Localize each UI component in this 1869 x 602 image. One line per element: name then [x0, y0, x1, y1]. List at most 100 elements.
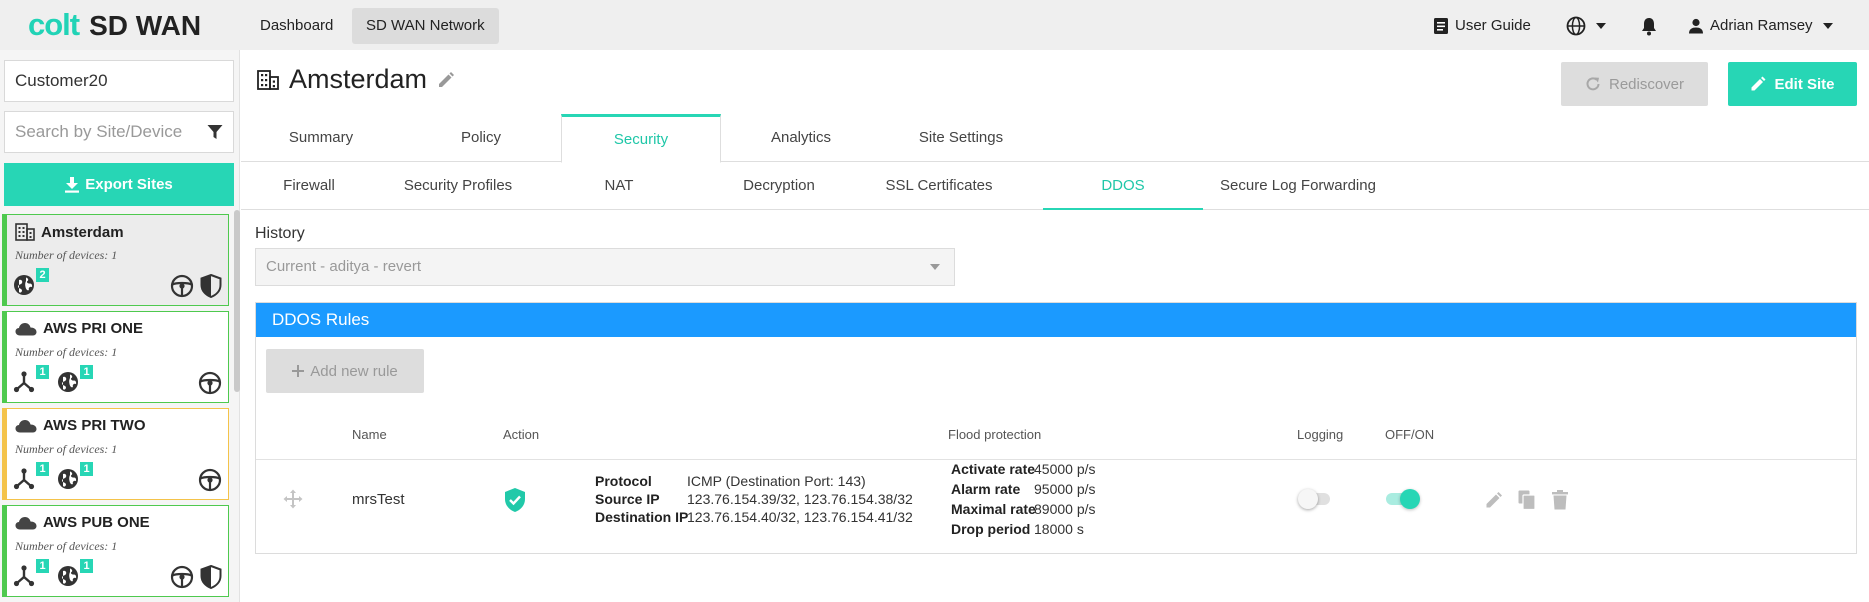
drag-handle-icon[interactable]: [283, 489, 303, 509]
chevron-down-icon: [1822, 23, 1833, 29]
shield-check-icon: [505, 488, 525, 512]
rediscover-button[interactable]: Rediscover: [1561, 62, 1708, 106]
chevron-down-icon: [1596, 23, 1606, 29]
shield-icon: [200, 565, 222, 589]
count-badge: 1: [36, 462, 49, 476]
steering-wheel-icon: [170, 274, 194, 298]
notifications-button[interactable]: [1640, 14, 1658, 38]
activate-rate-value: 45000 p/s: [1034, 461, 1096, 477]
site-name: AWS PRI TWO: [43, 417, 146, 434]
subtab-decryption[interactable]: Decryption: [699, 162, 859, 210]
subtab-secure-log-forwarding[interactable]: Secure Log Forwarding: [1203, 162, 1393, 210]
cloud-icon: [15, 322, 37, 335]
history-select[interactable]: Current - aditya - revert: [255, 248, 955, 286]
device-count: Number of devices: 1: [15, 345, 118, 359]
pencil-icon[interactable]: [437, 71, 455, 89]
plus-icon: [292, 365, 305, 377]
download-icon: [65, 176, 80, 193]
device-count: Number of devices: 1: [15, 442, 118, 456]
alarm-rate-value: 95000 p/s: [1034, 481, 1096, 497]
count-badge: 1: [80, 559, 93, 573]
network-hub-icon: [13, 565, 35, 587]
filter-icon[interactable]: [207, 124, 223, 140]
main-content: Amsterdam Rediscover Edit Site Summary P…: [241, 50, 1869, 602]
logo[interactable]: colt SD WAN: [28, 7, 201, 44]
drop-period-label: Drop period: [951, 521, 1031, 537]
page-title: Amsterdam: [257, 64, 455, 95]
edit-icon[interactable]: [1485, 491, 1503, 509]
subtab-firewall[interactable]: Firewall: [241, 162, 377, 210]
subtab-security-profiles[interactable]: Security Profiles: [377, 162, 539, 210]
main-tabs: Summary Policy Security Analytics Site S…: [241, 114, 1869, 163]
security-subtabs: Firewall Security Profiles NAT Decryptio…: [241, 162, 1869, 210]
top-bar: colt SD WAN Dashboard SD WAN Network User…: [0, 0, 1869, 50]
source-ip-label: Source IP: [595, 491, 660, 507]
bell-icon: [1642, 18, 1656, 36]
export-sites-button[interactable]: Export Sites: [4, 163, 234, 206]
refresh-icon: [1586, 77, 1600, 91]
sidebar: Customer20 Search by Site/Device Export …: [0, 50, 240, 602]
network-hub-icon: [13, 371, 35, 393]
tab-site-settings[interactable]: Site Settings: [881, 114, 1041, 162]
count-badge: 1: [36, 365, 49, 379]
globe-icon: [14, 275, 34, 295]
customer-field[interactable]: Customer20: [4, 60, 234, 102]
user-icon: [1689, 18, 1703, 34]
count-badge: 1: [80, 365, 93, 379]
steering-wheel-icon: [198, 468, 222, 492]
site-card-amsterdam[interactable]: Amsterdam Number of devices: 1 2: [2, 214, 229, 306]
trash-icon[interactable]: [1552, 490, 1568, 510]
user-menu[interactable]: Adrian Ramsey: [1688, 14, 1833, 38]
network-hub-icon: [13, 468, 35, 490]
column-header-logging: Logging: [1297, 427, 1344, 442]
column-header-off-on: OFF/ON: [1385, 427, 1435, 442]
alarm-rate-label: Alarm rate: [951, 481, 1021, 497]
subtab-ddos[interactable]: DDOS: [1043, 162, 1203, 210]
building-icon: [15, 223, 35, 241]
user-guide-link[interactable]: User Guide: [1433, 14, 1531, 38]
shield-icon: [200, 274, 222, 298]
steering-wheel-icon: [170, 565, 194, 589]
copy-icon[interactable]: [1518, 490, 1536, 510]
ddos-rules-header: DDOS Rules: [256, 303, 1856, 337]
protocol-value: ICMP (Destination Port: 143): [687, 473, 866, 489]
edit-site-button[interactable]: Edit Site: [1728, 62, 1857, 106]
history-label: History: [255, 225, 305, 242]
tab-policy[interactable]: Policy: [401, 114, 561, 162]
site-name: AWS PUB ONE: [43, 514, 150, 531]
subtab-nat[interactable]: NAT: [539, 162, 699, 210]
sidebar-scrollbar[interactable]: [234, 210, 240, 392]
device-count: Number of devices: 1: [15, 248, 118, 262]
count-badge: 2: [36, 268, 49, 282]
tab-security[interactable]: Security: [561, 114, 721, 163]
nav-sd-wan-network[interactable]: SD WAN Network: [352, 8, 499, 44]
site-title-text: Amsterdam: [289, 64, 428, 94]
globe-icon: [58, 469, 78, 489]
activate-rate-label: Activate rate: [951, 461, 1036, 477]
count-badge: 1: [36, 559, 49, 573]
pencil-icon: [1751, 76, 1766, 91]
logging-toggle[interactable]: [1298, 489, 1330, 509]
globe-icon: [1566, 16, 1586, 36]
building-icon: [257, 69, 279, 90]
source-ip-value: 123.76.154.39/32, 123.76.154.38/32: [687, 491, 913, 507]
language-menu[interactable]: [1566, 14, 1606, 38]
rule-name: mrsTest: [352, 491, 405, 508]
maximal-rate-value: 89000 p/s: [1034, 501, 1096, 517]
site-card-aws-pri-two[interactable]: AWS PRI TWO Number of devices: 1 1 1: [2, 408, 229, 500]
tab-summary[interactable]: Summary: [241, 114, 401, 162]
site-card-aws-pub-one[interactable]: AWS PUB ONE Number of devices: 1 1 1: [2, 505, 229, 597]
add-new-rule-button[interactable]: Add new rule: [266, 349, 424, 393]
count-badge: 1: [80, 462, 93, 476]
nav-dashboard[interactable]: Dashboard: [246, 8, 347, 44]
tab-analytics[interactable]: Analytics: [721, 114, 881, 162]
chevron-down-icon: [930, 264, 940, 270]
column-header-flood-protection: Flood protection: [948, 427, 1042, 442]
cloud-icon: [15, 516, 37, 529]
rule-enabled-toggle[interactable]: [1386, 489, 1420, 509]
site-search-input[interactable]: Search by Site/Device: [4, 111, 234, 153]
site-name: Amsterdam: [41, 223, 124, 241]
site-card-aws-pri-one[interactable]: AWS PRI ONE Number of devices: 1 1 1: [2, 311, 229, 403]
subtab-ssl-certificates[interactable]: SSL Certificates: [859, 162, 1019, 210]
book-icon: [1434, 18, 1448, 34]
